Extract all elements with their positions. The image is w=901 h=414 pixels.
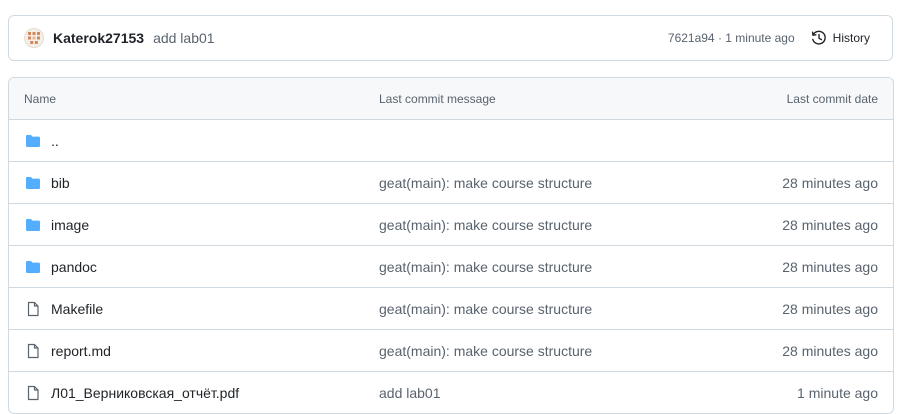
folder-icon bbox=[25, 175, 41, 191]
latest-commit-bar: Katerok27153 add lab01 7621a94 · 1 minut… bbox=[8, 15, 893, 61]
file-name[interactable]: .. bbox=[51, 133, 59, 149]
commit-message[interactable]: geat(main): make course structure bbox=[379, 217, 592, 233]
commit-message-link[interactable]: add lab01 bbox=[153, 30, 215, 46]
commit-message[interactable]: geat(main): make course structure bbox=[379, 259, 592, 275]
commit-message[interactable]: geat(main): make course structure bbox=[379, 343, 592, 359]
commit-author-link[interactable]: Katerok27153 bbox=[53, 30, 144, 46]
table-header: Name Last commit message Last commit dat… bbox=[9, 78, 893, 120]
commit-message[interactable]: geat(main): make course structure bbox=[379, 175, 592, 191]
history-icon bbox=[811, 30, 827, 46]
file-name[interactable]: Makefile bbox=[51, 301, 103, 317]
file-name[interactable]: image bbox=[51, 217, 89, 233]
commit-date: 28 minutes ago bbox=[782, 342, 878, 359]
header-commit-date: Last commit date bbox=[786, 91, 878, 106]
commit-date: 28 minutes ago bbox=[782, 258, 878, 275]
commit-message[interactable]: geat(main): make course structure bbox=[379, 301, 592, 317]
commit-date: 28 minutes ago bbox=[782, 216, 878, 233]
folder-icon bbox=[25, 217, 41, 233]
file-name[interactable]: Л01_Верниковская_отчёт.pdf bbox=[51, 385, 239, 401]
table-row-parent-dir[interactable]: .. bbox=[9, 120, 893, 162]
folder-icon bbox=[25, 133, 41, 149]
table-row[interactable]: Л01_Верниковская_отчёт.pdf add lab01 1 m… bbox=[9, 372, 893, 413]
table-row[interactable]: Makefile geat(main): make course structu… bbox=[9, 288, 893, 330]
history-button[interactable]: History bbox=[803, 24, 878, 52]
file-name[interactable]: pandoc bbox=[51, 259, 97, 275]
header-name: Name bbox=[24, 91, 57, 106]
history-label: History bbox=[832, 31, 870, 45]
file-name[interactable]: report.md bbox=[51, 343, 111, 359]
commit-date: 1 minute ago bbox=[797, 384, 878, 401]
file-icon bbox=[25, 301, 41, 317]
table-row[interactable]: pandoc geat(main): make course structure… bbox=[9, 246, 893, 288]
identicon-avatar-icon bbox=[28, 32, 40, 44]
file-table: Name Last commit message Last commit dat… bbox=[8, 77, 894, 414]
commit-hash-time[interactable]: 7621a94 · 1 minute ago bbox=[668, 31, 795, 45]
author-avatar[interactable] bbox=[24, 28, 44, 48]
file-icon bbox=[25, 343, 41, 359]
folder-icon bbox=[25, 259, 41, 275]
table-row[interactable]: report.md geat(main): make course struct… bbox=[9, 330, 893, 372]
table-row[interactable]: image geat(main): make course structure … bbox=[9, 204, 893, 246]
commit-date: 28 minutes ago bbox=[782, 174, 878, 191]
commit-message[interactable]: add lab01 bbox=[379, 385, 441, 401]
commit-date: 28 minutes ago bbox=[782, 300, 878, 317]
file-icon bbox=[25, 385, 41, 401]
table-row[interactable]: bib geat(main): make course structure 28… bbox=[9, 162, 893, 204]
header-commit-message: Last commit message bbox=[379, 91, 496, 106]
file-name[interactable]: bib bbox=[51, 175, 70, 191]
